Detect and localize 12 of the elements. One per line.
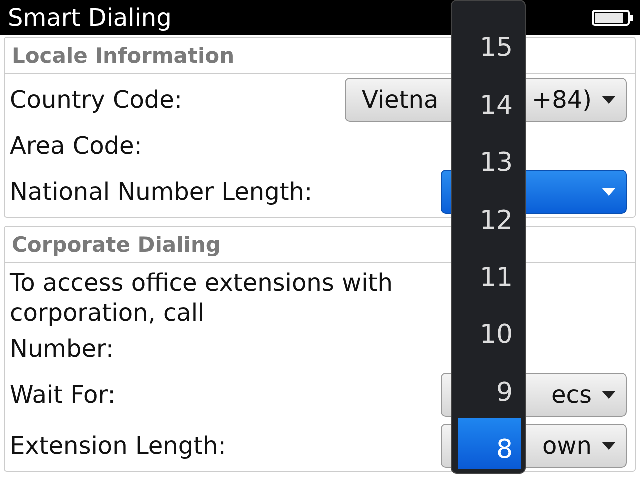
dropdown-value: Vietna — [362, 86, 439, 114]
field-label: Area Code: — [10, 132, 142, 160]
field-label: Wait For: — [10, 380, 116, 408]
field-label: Country Code: — [10, 86, 182, 114]
field-label: National Number Length: — [10, 178, 313, 206]
description-text: To access office extensions with corporation, call — [10, 268, 393, 328]
dropdown-value: ecs — [552, 380, 592, 408]
field-label: Extension Length: — [10, 432, 226, 460]
dropdown-value: +84) — [532, 86, 592, 114]
dropdown-value: own — [542, 432, 592, 460]
window-title: Smart Dialing — [8, 4, 172, 32]
field-label: Number: — [10, 334, 114, 362]
